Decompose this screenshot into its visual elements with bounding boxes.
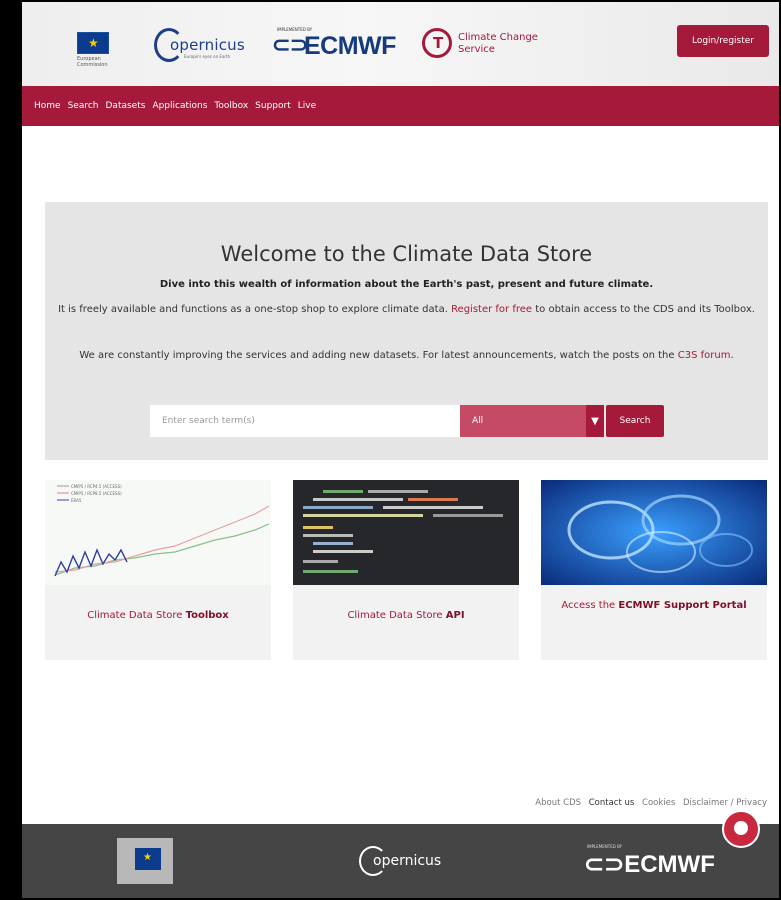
register-link[interactable]: Register for free xyxy=(451,304,532,315)
nav-item-live[interactable]: Live xyxy=(298,101,316,111)
footer-link-disclaimer[interactable]: Disclaimer / Privacy xyxy=(683,798,767,808)
footer-link-contact[interactable]: Contact us xyxy=(589,798,635,808)
copernicus-tagline: Europe's eyes on Earth xyxy=(184,54,231,59)
card-api-label[interactable]: Climate Data Store API xyxy=(293,608,519,624)
chevron-down-icon[interactable]: ▼ xyxy=(586,405,604,437)
welcome-p2-text-end: . xyxy=(730,350,734,361)
login-register-button[interactable]: Login/register xyxy=(677,25,769,57)
search-category-select[interactable]: All xyxy=(460,405,586,437)
mascot-icon[interactable] xyxy=(722,810,760,848)
footer-ecmwf-logo[interactable]: ⊂⊃ECMWF xyxy=(584,850,715,879)
eu-caption: European Commission xyxy=(77,56,108,68)
welcome-p2-text: We are constantly improving the services… xyxy=(79,350,678,361)
nav-item-search[interactable]: Search xyxy=(68,101,99,111)
welcome-paragraph-register: It is freely available and functions as … xyxy=(55,301,758,318)
nav-item-home[interactable]: Home xyxy=(34,101,61,111)
footer-copernicus-logo[interactable]: opernicus xyxy=(359,846,455,876)
welcome-subtitle: Dive into this wealth of information abo… xyxy=(159,279,654,290)
ecmwf-logo[interactable]: ⊂⊃ECMWF xyxy=(272,32,396,62)
c3s-logo-icon xyxy=(422,28,452,58)
card-api[interactable]: Climate Data Store API xyxy=(293,480,519,660)
site-header: European Commission opernicus Europe's e… xyxy=(22,2,779,86)
search-button[interactable]: Search xyxy=(606,405,664,437)
footer-copernicus-text: opernicus xyxy=(373,853,442,869)
legend-entry: CMIP5 / RCP8.5 (ACCESS) xyxy=(71,491,122,496)
toolbox-chart-image[interactable]: CMIP5 / RCP4.5 (ACCESS) CMIP5 / RCP8.5 (… xyxy=(45,480,271,585)
welcome-p1-text-end: to obtain access to the CDS and its Tool… xyxy=(532,304,755,315)
main-nav: Home Search Datasets Applications Toolbo… xyxy=(22,86,779,126)
page: European Commission opernicus Europe's e… xyxy=(22,2,779,898)
support-speech-bubbles-image[interactable] xyxy=(541,480,767,585)
c3s-forum-link[interactable]: C3S forum xyxy=(678,350,731,361)
eu-commission-logo[interactable] xyxy=(117,838,173,884)
footer-ecmwf-text: ECMWF xyxy=(624,851,715,878)
card-api-label-text: Climate Data Store xyxy=(347,610,446,621)
site-footer: opernicus IMPLEMENTED BY ⊂⊃ECMWF xyxy=(22,824,779,898)
nav-item-toolbox[interactable]: Toolbox xyxy=(214,101,248,111)
footer-links: About CDS Contact us Cookies Disclaimer … xyxy=(530,798,767,808)
welcome-p1-text: It is freely available and functions as … xyxy=(58,304,452,315)
card-api-label-bold: API xyxy=(445,610,465,621)
eu-flag-icon xyxy=(135,848,161,870)
copernicus-logo-text: opernicus xyxy=(170,36,245,54)
welcome-paragraph-forum: We are constantly improving the services… xyxy=(55,347,758,364)
nav-item-applications[interactable]: Applications xyxy=(152,101,207,111)
api-code-image[interactable] xyxy=(293,480,519,585)
welcome-panel: Welcome to the Climate Data Store Dive i… xyxy=(45,202,768,460)
footer-link-about[interactable]: About CDS xyxy=(535,798,581,808)
ecmwf-logo-text: ECMWF xyxy=(304,32,396,60)
legend-entry: ERA5 xyxy=(71,498,82,503)
card-support-label-text: Access the xyxy=(561,600,619,611)
welcome-title: Welcome to the Climate Data Store xyxy=(220,242,593,266)
c3s-logo-text: Climate Change Service xyxy=(458,32,538,55)
nav-item-datasets[interactable]: Datasets xyxy=(106,101,146,111)
ecmwf-logo-icon: ⊂⊃ xyxy=(584,851,625,878)
card-support-portal[interactable]: Access the ECMWF Support Portal xyxy=(541,480,767,660)
eu-flag-icon[interactable] xyxy=(77,32,109,54)
c3s-logo[interactable]: Climate Change Service xyxy=(422,26,562,66)
search-input[interactable] xyxy=(150,405,460,437)
card-toolbox[interactable]: CMIP5 / RCP4.5 (ACCESS) CMIP5 / RCP8.5 (… xyxy=(45,480,271,660)
card-toolbox-label[interactable]: Climate Data Store Toolbox xyxy=(45,608,271,624)
footer-ecmwf-implemented-by: IMPLEMENTED BY xyxy=(587,844,623,849)
card-support-label[interactable]: Access the ECMWF Support Portal xyxy=(541,598,767,614)
card-toolbox-label-bold: Toolbox xyxy=(185,610,229,621)
copernicus-logo[interactable]: opernicus Europe's eyes on Earth xyxy=(154,28,259,62)
card-support-label-bold: ECMWF Support Portal xyxy=(618,600,747,611)
ecmwf-logo-icon: ⊂⊃ xyxy=(272,32,308,57)
footer-link-cookies[interactable]: Cookies xyxy=(642,798,675,808)
legend-entry: CMIP5 / RCP4.5 (ACCESS) xyxy=(71,484,122,489)
card-toolbox-label-text: Climate Data Store xyxy=(87,610,186,621)
nav-item-support[interactable]: Support xyxy=(255,101,291,111)
